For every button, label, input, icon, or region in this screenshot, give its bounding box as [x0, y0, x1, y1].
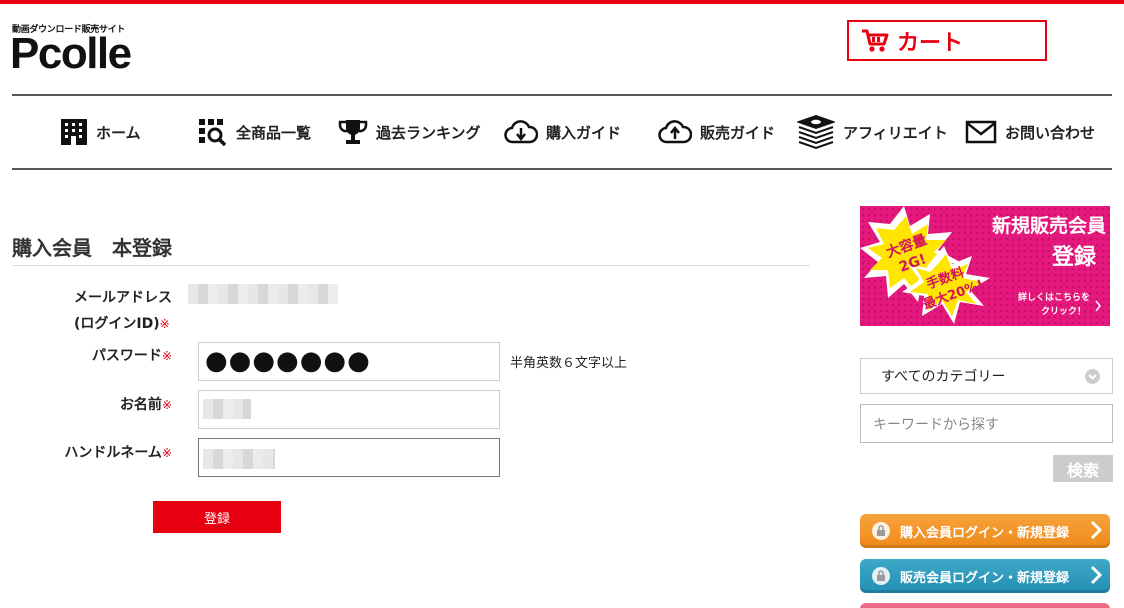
seller-signup-banner[interactable]: 大容量 2G! 手数料 最大20%! 新規販売会員 登録 詳しくはこちらを クリ… — [860, 206, 1110, 326]
lock-icon — [872, 567, 890, 585]
cart-label: カート — [897, 30, 964, 56]
nav-item-home[interactable]: ホーム — [60, 96, 141, 168]
chevron-right-icon — [1090, 565, 1103, 590]
required-mark: ※ — [161, 398, 172, 412]
nav-label: ホーム — [96, 123, 141, 142]
mail-icon — [965, 120, 997, 144]
required-mark: ※ — [161, 446, 172, 460]
banner-title-line1: 新規販売会員 — [992, 214, 1106, 237]
required-mark: ※ — [161, 349, 172, 363]
nav-label: お問い合わせ — [1005, 123, 1096, 142]
heading-divider — [12, 265, 810, 266]
cart-icon — [862, 29, 889, 52]
sidebar-button-partial[interactable] — [860, 603, 1110, 608]
password-hint: 半角英数６文字以上 — [510, 356, 628, 371]
nav-item-contact[interactable]: お問い合わせ — [965, 96, 1095, 168]
main-nav: ホーム 全商品一覧 過去ランキング 購入ガイド 販売ガイド アフィリエイト お問… — [12, 96, 1112, 168]
nav-label: 販売ガイド — [700, 123, 776, 142]
money-stack-icon — [797, 114, 835, 150]
email-label: メールアドレス (ログインID)※ — [74, 287, 172, 333]
email-label-loginid: (ログインID) — [74, 316, 160, 332]
category-select[interactable]: すべてのカテゴリー — [860, 358, 1113, 394]
handle-value-redacted — [203, 449, 275, 469]
page-title: 購入会員 本登録 — [12, 236, 172, 260]
password-label: パスワード※ — [60, 345, 172, 365]
buyer-login-button[interactable]: 購入会員ログイン・新規登録 — [860, 514, 1110, 548]
banner-link-line1: 詳しくはこちらを — [1018, 291, 1090, 303]
nav-item-sales-guide[interactable]: 販売ガイド — [658, 96, 775, 168]
name-value-redacted — [203, 399, 251, 419]
nav-item-all-products[interactable]: 全商品一覧 — [198, 96, 311, 168]
trophy-icon — [338, 120, 368, 144]
seller-login-label: 販売会員ログイン・新規登録 — [900, 570, 1070, 586]
name-field[interactable] — [198, 390, 500, 429]
banner-art: 大容量 2G! 手数料 最大20%! 新規販売会員 登録 詳しくはこちらを クリ… — [860, 206, 1110, 326]
top-accent-bar — [0, 0, 1124, 4]
nav-bottom-divider — [12, 168, 1112, 170]
building-icon — [61, 119, 87, 145]
handle-field[interactable] — [198, 438, 500, 477]
cloud-upload-icon — [658, 120, 692, 144]
site-logo[interactable]: Pcolle — [10, 32, 132, 76]
banner-title-line2: 登録 — [1051, 244, 1097, 270]
nav-label: 過去ランキング — [376, 123, 481, 142]
lock-icon — [872, 522, 890, 540]
chevron-down-icon — [1085, 369, 1100, 384]
cloud-download-icon — [504, 120, 538, 144]
name-label: お名前※ — [60, 394, 172, 414]
password-label-text: パスワード — [91, 348, 162, 364]
handle-label: ハンドルネーム※ — [40, 442, 172, 462]
register-button[interactable]: 登録 — [153, 501, 281, 533]
nav-item-ranking[interactable]: 過去ランキング — [338, 96, 481, 168]
nav-label: 購入ガイド — [546, 123, 622, 142]
seller-login-button[interactable]: 販売会員ログイン・新規登録 — [860, 559, 1110, 593]
cart-button[interactable]: カート — [847, 20, 1047, 61]
nav-label: 全商品一覧 — [236, 123, 312, 142]
nav-item-affiliate[interactable]: アフィリエイト — [797, 96, 948, 168]
email-label-line2: (ログインID)※ — [74, 313, 172, 333]
search-button[interactable]: 検索 — [1053, 455, 1113, 482]
email-value-redacted — [188, 284, 338, 304]
password-field[interactable]: ●●●●●●● — [198, 342, 500, 381]
category-select-value: すべてのカテゴリー — [881, 369, 1006, 385]
email-label-line1: メールアドレス — [74, 290, 172, 306]
nav-item-purchase-guide[interactable]: 購入ガイド — [504, 96, 621, 168]
banner-link-line2: クリック！ — [1041, 306, 1086, 317]
password-masked-value: ●●●●●●● — [205, 346, 371, 376]
required-mark: ※ — [159, 317, 170, 331]
chevron-right-icon — [1090, 520, 1103, 545]
name-label-text: お名前 — [119, 397, 162, 413]
buyer-login-label: 購入会員ログイン・新規登録 — [900, 525, 1070, 541]
nav-label: アフィリエイト — [843, 123, 948, 142]
handle-label-text: ハンドルネーム — [64, 445, 162, 461]
grid-search-icon — [199, 119, 227, 146]
keyword-search-input[interactable]: キーワードから探す — [860, 404, 1113, 443]
